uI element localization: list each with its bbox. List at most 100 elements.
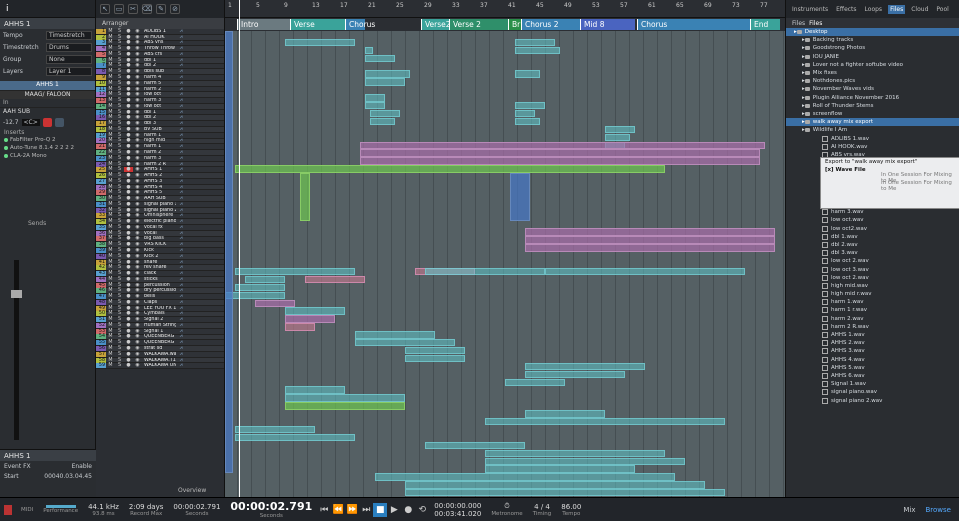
solo-button[interactable]: S [115, 87, 124, 92]
eraser-tool-icon[interactable]: ⌫ [142, 4, 152, 14]
record-button[interactable]: ● [124, 294, 133, 299]
timeline-ruler[interactable]: 1 5 9 13 17 21 25 29 33 37 41 45 49 53 57 61 65 69 73 77 [225, 0, 785, 18]
solo-button[interactable]: S [115, 150, 124, 155]
automation-icon[interactable]: ⩘ [176, 300, 186, 305]
record-button[interactable]: ● [124, 311, 133, 316]
automation-icon[interactable]: ⩘ [176, 29, 186, 34]
audio-event[interactable] [235, 433, 355, 442]
audio-event[interactable] [510, 173, 530, 221]
solo-button[interactable]: S [115, 52, 124, 57]
automation-icon[interactable]: ⩘ [176, 52, 186, 57]
audio-event[interactable] [285, 323, 315, 331]
track-name[interactable]: harm 2 [142, 87, 176, 92]
solo-button[interactable]: S [115, 167, 124, 172]
monitor-button[interactable]: ◉ [133, 248, 142, 253]
folder-name[interactable]: Backing tracks [813, 37, 853, 43]
monitor-button[interactable]: ◉ [133, 190, 142, 195]
split-tool-icon[interactable]: ✂ [128, 4, 138, 14]
playhead[interactable] [239, 0, 240, 497]
insert-power-icon[interactable] [4, 138, 8, 142]
solo-button[interactable]: S [115, 81, 124, 86]
automation-icon[interactable]: ⩘ [176, 358, 186, 363]
mute-button[interactable]: M [106, 40, 115, 45]
mute-button[interactable]: M [106, 329, 115, 334]
mute-button[interactable]: M [106, 358, 115, 363]
record-button[interactable]: ● [124, 162, 133, 167]
mute-button[interactable]: M [106, 35, 115, 40]
record-button[interactable]: ● [124, 75, 133, 80]
mute-button[interactable]: M [106, 87, 115, 92]
automation-icon[interactable]: ⩘ [176, 115, 186, 120]
automation-icon[interactable]: ⩘ [176, 317, 186, 322]
mute-button[interactable]: M [106, 46, 115, 51]
record-button[interactable]: ● [124, 208, 133, 213]
forward-end-icon[interactable]: ⏭ [359, 503, 373, 517]
audio-event[interactable] [365, 46, 373, 55]
monitor-button[interactable]: ◉ [133, 340, 142, 345]
bus-name[interactable]: AAH SUB [0, 107, 95, 116]
record-button[interactable]: ● [124, 213, 133, 218]
track-name[interactable]: dbl 1 [142, 58, 176, 63]
mute-button[interactable]: M [106, 185, 115, 190]
file-name[interactable]: harm 1.wav [831, 299, 864, 305]
file-name[interactable]: low oct 3.wav [831, 267, 869, 273]
file-name[interactable]: low oct 2.wav [831, 258, 869, 264]
monitor-button[interactable]: ◉ [133, 260, 142, 265]
insert-slot[interactable]: Auto-Tune 8.1.4 2 2 2 2 [0, 144, 95, 152]
solo-button[interactable]: S [115, 288, 124, 293]
file-name[interactable]: low oct2.wav [831, 226, 867, 232]
track-name[interactable]: harm 2 R [142, 162, 176, 167]
prop-value[interactable]: None [46, 54, 92, 64]
browser-folder[interactable]: ▸ Lover not a fighter softube video [786, 61, 959, 69]
record-button[interactable]: ● [124, 352, 133, 357]
audio-event[interactable] [285, 38, 355, 47]
automation-icon[interactable]: ⩘ [176, 306, 186, 311]
automation-icon[interactable]: ⩘ [176, 248, 186, 253]
audio-event[interactable] [605, 133, 630, 142]
file-name[interactable]: AHHS 2.wav [831, 340, 865, 346]
monitor-button[interactable]: ◉ [133, 311, 142, 316]
audio-event[interactable] [515, 46, 560, 55]
audio-event[interactable] [365, 78, 405, 86]
mute-button[interactable]: M [106, 225, 115, 230]
record-arm-button[interactable] [42, 118, 52, 127]
browser-tab[interactable]: Files [888, 4, 906, 14]
mute-button[interactable]: M [106, 236, 115, 241]
arrow-tool-icon[interactable]: ↖ [100, 4, 110, 14]
insert-power-icon[interactable] [4, 154, 8, 158]
solo-button[interactable]: S [115, 242, 124, 247]
audio-event[interactable] [235, 425, 315, 434]
track-name[interactable]: harm 3 [142, 156, 176, 161]
automation-icon[interactable]: ⩘ [176, 156, 186, 161]
automation-icon[interactable]: ⩘ [176, 311, 186, 316]
browser-file[interactable]: signal piano 2.wav [822, 396, 959, 404]
mute-button[interactable]: M [106, 81, 115, 86]
solo-button[interactable]: S [115, 144, 124, 149]
prop-value[interactable]: Drums [46, 42, 92, 52]
browser-folder[interactable]: ▸ IOU JANIE [786, 53, 959, 61]
solo-button[interactable]: S [115, 300, 124, 305]
file-name[interactable]: AHHS 5.wav [831, 365, 865, 371]
record-button[interactable]: ● [124, 167, 133, 173]
audio-event[interactable] [355, 339, 455, 347]
track-name[interactable]: electric piano [142, 219, 176, 224]
automation-icon[interactable]: ⩘ [176, 46, 186, 51]
solo-button[interactable]: S [115, 358, 124, 363]
audio-event[interactable] [365, 94, 385, 102]
automation-icon[interactable]: ⩘ [176, 202, 186, 207]
prop-value[interactable]: Layer 1 [46, 66, 92, 76]
audio-event[interactable] [485, 457, 685, 465]
record-button[interactable]: ● [124, 127, 133, 132]
record-button[interactable]: ● [124, 329, 133, 334]
monitor-button[interactable]: ◉ [133, 277, 142, 282]
track-row[interactable]: 59MS●◉WALKAWA UNA⩘ [96, 363, 224, 370]
browser-file[interactable]: AHHS 4.wav [822, 356, 959, 364]
solo-button[interactable]: S [115, 208, 124, 213]
audio-event[interactable] [285, 394, 405, 402]
solo-button[interactable]: S [115, 277, 124, 282]
solo-button[interactable]: S [115, 213, 124, 218]
monitor-button[interactable]: ◉ [133, 358, 142, 363]
automation-icon[interactable]: ⩘ [176, 352, 186, 357]
arranger-markers[interactable]: Intro Verse Chorus Verse2 Verse 2 Br Chorus 2M… [225, 18, 785, 31]
automation-icon[interactable]: ⩘ [176, 40, 186, 45]
